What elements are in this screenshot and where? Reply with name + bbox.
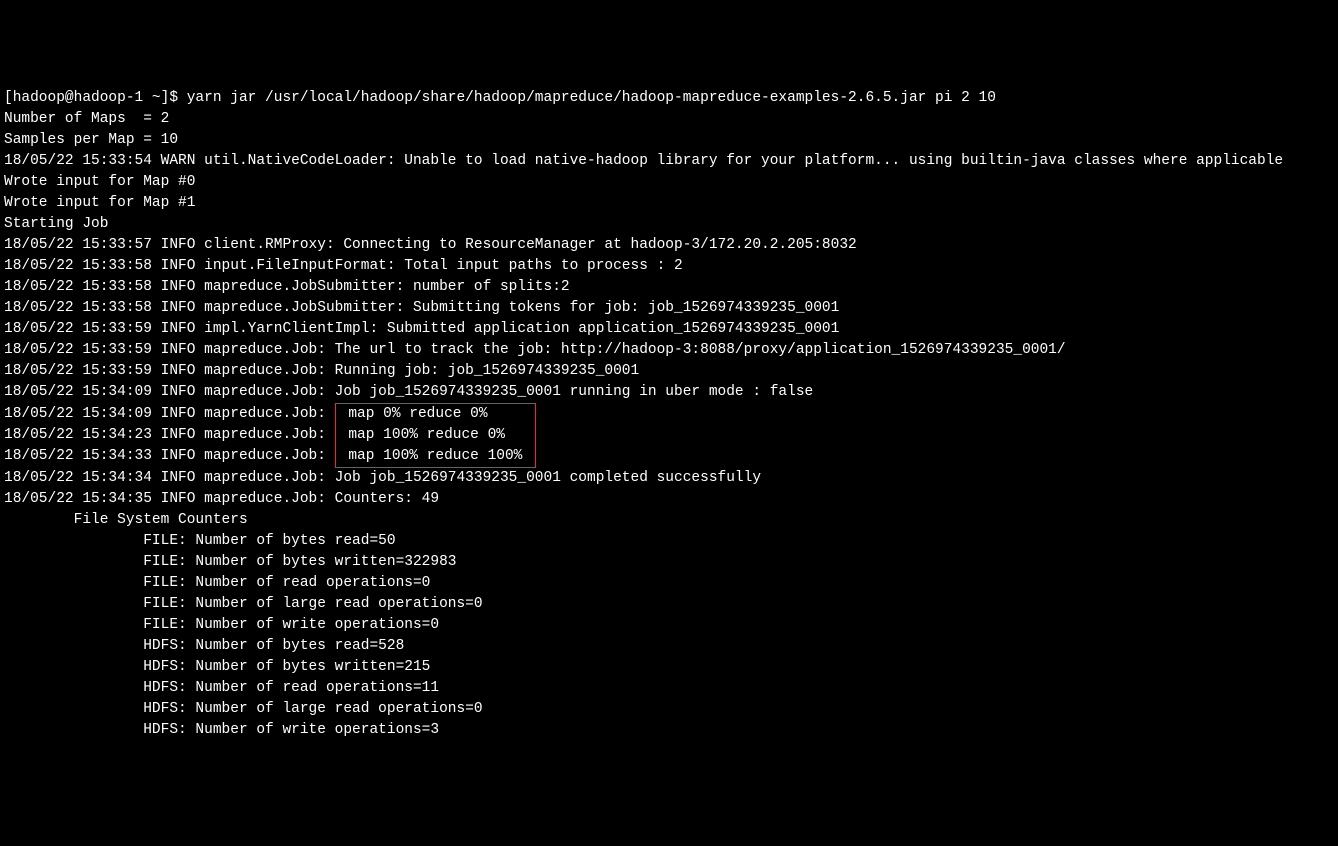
terminal-output[interactable]: [hadoop@hadoop-1 ~]$ yarn jar /usr/local… bbox=[4, 88, 1334, 741]
log-line-progress: 18/05/22 15:34:09 INFO mapreduce.Job: ma… bbox=[4, 403, 1334, 425]
log-line: 18/05/22 15:33:59 INFO mapreduce.Job: Th… bbox=[4, 340, 1334, 361]
log-line: 18/05/22 15:34:34 INFO mapreduce.Job: Jo… bbox=[4, 468, 1334, 489]
log-line: HDFS: Number of bytes read=528 bbox=[4, 636, 1334, 657]
log-line: FILE: Number of bytes written=322983 bbox=[4, 552, 1334, 573]
log-line: HDFS: Number of bytes written=215 bbox=[4, 657, 1334, 678]
highlighted-progress: map 100% reduce 100% bbox=[335, 446, 536, 468]
log-line-progress: 18/05/22 15:34:23 INFO mapreduce.Job: ma… bbox=[4, 425, 1334, 446]
log-line: HDFS: Number of large read operations=0 bbox=[4, 699, 1334, 720]
log-line: 18/05/22 15:33:58 INFO mapreduce.JobSubm… bbox=[4, 277, 1334, 298]
highlighted-progress: map 100% reduce 0% bbox=[335, 425, 536, 446]
log-line: Number of Maps = 2 bbox=[4, 109, 1334, 130]
log-prefix: 18/05/22 15:34:09 INFO mapreduce.Job: bbox=[4, 406, 335, 422]
log-line: FILE: Number of large read operations=0 bbox=[4, 594, 1334, 615]
log-line: 18/05/22 15:33:59 INFO mapreduce.Job: Ru… bbox=[4, 361, 1334, 382]
log-line: 18/05/22 15:34:35 INFO mapreduce.Job: Co… bbox=[4, 489, 1334, 510]
log-prefix: 18/05/22 15:34:23 INFO mapreduce.Job: bbox=[4, 427, 335, 443]
log-line-progress: 18/05/22 15:34:33 INFO mapreduce.Job: ma… bbox=[4, 446, 1334, 468]
log-line: FILE: Number of bytes read=50 bbox=[4, 531, 1334, 552]
log-line: 18/05/22 15:33:58 INFO mapreduce.JobSubm… bbox=[4, 298, 1334, 319]
log-line: FILE: Number of read operations=0 bbox=[4, 573, 1334, 594]
command-prompt-line: [hadoop@hadoop-1 ~]$ yarn jar /usr/local… bbox=[4, 88, 1334, 109]
log-line: HDFS: Number of read operations=11 bbox=[4, 678, 1334, 699]
log-line: File System Counters bbox=[4, 510, 1334, 531]
log-prefix: 18/05/22 15:34:33 INFO mapreduce.Job: bbox=[4, 448, 335, 464]
log-line: 18/05/22 15:33:57 INFO client.RMProxy: C… bbox=[4, 235, 1334, 256]
log-line: FILE: Number of write operations=0 bbox=[4, 615, 1334, 636]
log-line: 18/05/22 15:33:59 INFO impl.YarnClientIm… bbox=[4, 319, 1334, 340]
log-line: 18/05/22 15:34:09 INFO mapreduce.Job: Jo… bbox=[4, 382, 1334, 403]
log-line: HDFS: Number of write operations=3 bbox=[4, 720, 1334, 741]
log-line: Samples per Map = 10 bbox=[4, 130, 1334, 151]
log-line: Wrote input for Map #1 bbox=[4, 193, 1334, 214]
log-line: Starting Job bbox=[4, 214, 1334, 235]
highlighted-progress: map 0% reduce 0% bbox=[335, 403, 536, 425]
log-line: Wrote input for Map #0 bbox=[4, 172, 1334, 193]
log-line: 18/05/22 15:33:54 WARN util.NativeCodeLo… bbox=[4, 151, 1334, 172]
log-line: 18/05/22 15:33:58 INFO input.FileInputFo… bbox=[4, 256, 1334, 277]
